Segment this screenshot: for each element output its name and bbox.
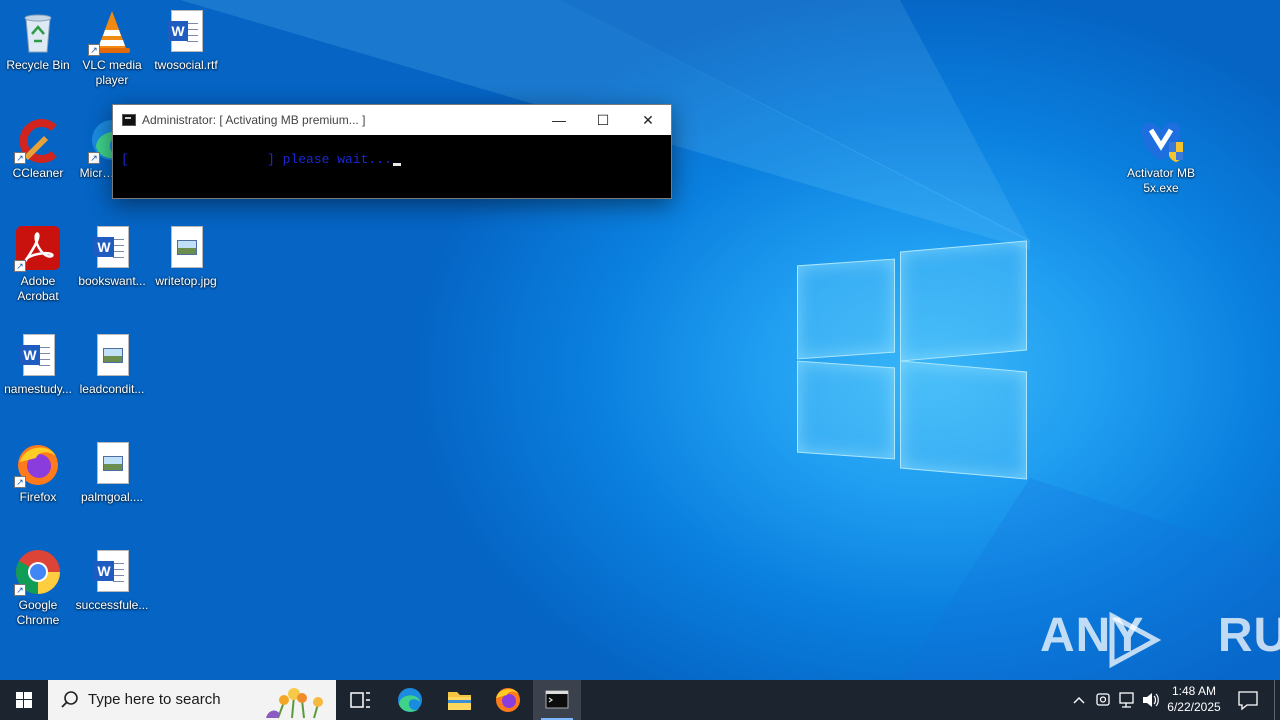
desktop-icon-label: writetop.jpg	[155, 274, 217, 288]
taskbar-firefox-button[interactable]	[484, 680, 532, 720]
search-placeholder: Type here to search	[88, 691, 221, 708]
desktop-icon-ccleaner[interactable]: ↗ CCleaner	[0, 116, 76, 181]
clock-date: 6/22/2025	[1167, 700, 1221, 714]
task-view-button[interactable]	[336, 680, 384, 720]
shortcut-arrow-icon: ↗	[14, 476, 26, 488]
windows-logo-pane-top-right	[900, 240, 1027, 362]
word-doc-icon: W	[14, 332, 62, 380]
acrobat-icon: ↗	[14, 224, 62, 272]
play-icon	[1109, 612, 1162, 668]
taskbar: Type here to search 1:48 AM 6/22/2025	[0, 680, 1280, 720]
console-icon	[122, 114, 136, 126]
desktop-icon-namestudy[interactable]: W namestudy...	[0, 332, 76, 397]
chrome-icon: ↗	[14, 548, 62, 596]
desktop-icon-palmgoal[interactable]: palmgoal....	[74, 440, 150, 505]
desktop-icon-label: namestudy...	[4, 382, 72, 396]
desktop-icon-label: leadcondit...	[79, 382, 145, 396]
taskbar-file-explorer-button[interactable]	[435, 680, 483, 720]
desktop-icon-label: bookswant...	[78, 274, 146, 288]
vlc-icon: ↗	[88, 8, 136, 56]
taskbar-search-box[interactable]: Type here to search	[48, 680, 336, 720]
shortcut-arrow-icon: ↗	[88, 152, 100, 164]
firefox-icon: ↗	[14, 440, 62, 488]
image-file-icon	[162, 224, 210, 272]
desktop-icon-twosocial[interactable]: W twosocial.rtf	[148, 8, 224, 73]
desktop-icon-label: Activator MB 5x.exe	[1126, 166, 1195, 195]
windows-start-icon	[16, 692, 32, 708]
minimize-button[interactable]: —	[536, 105, 582, 135]
chevron-up-icon	[1073, 697, 1085, 704]
action-center-button[interactable]	[1234, 680, 1262, 720]
task-view-icon	[350, 692, 370, 708]
image-file-icon	[88, 440, 136, 488]
tray-volume[interactable]	[1140, 680, 1162, 720]
windows-logo-pane-bottom-left	[797, 360, 895, 460]
desktop-icon-label: Recycle Bin	[6, 58, 70, 72]
desktop-icon-recycle-bin[interactable]: Recycle Bin	[0, 8, 76, 73]
ccleaner-icon: ↗	[14, 116, 62, 164]
speaker-icon	[1143, 693, 1159, 707]
desktop-icon-label: CCleaner	[12, 166, 64, 180]
desktop-icon-label: Google Chrome	[16, 598, 60, 627]
desktop: Recycle Bin ↗ CCleaner ↗ Adobe Acrobat W…	[0, 0, 1280, 680]
folder-icon	[448, 692, 471, 710]
console-cursor	[393, 163, 401, 166]
console-output-area[interactable]: [ ] please wait...	[113, 135, 671, 198]
console-titlebar[interactable]: Administrator: [ Activating MB premium..…	[113, 105, 671, 135]
console-status-text: ] please wait...	[267, 152, 392, 167]
desktop-icon-bookswant[interactable]: W bookswant...	[74, 224, 150, 289]
desktop-icon-firefox[interactable]: ↗ Firefox	[0, 440, 76, 505]
windows-logo-pane-top-left	[797, 258, 895, 360]
shortcut-arrow-icon: ↗	[88, 44, 100, 56]
desktop-icon-adobe-acrobat[interactable]: ↗ Adobe Acrobat	[0, 224, 76, 304]
wallpaper-beams	[180, 0, 1280, 680]
edge-icon	[398, 688, 422, 712]
tray-network[interactable]	[1116, 680, 1138, 720]
word-doc-icon: W	[88, 224, 136, 272]
clock-time: 1:48 AM	[1171, 684, 1217, 698]
maximize-button[interactable]: ☐	[580, 105, 626, 135]
progress-bracket-open: [	[121, 152, 129, 167]
shortcut-arrow-icon: ↗	[14, 260, 26, 272]
desktop-icon-label: VLC media player	[82, 58, 142, 87]
shortcut-arrow-icon: ↗	[14, 152, 26, 164]
desktop-icon-leadcondit[interactable]: leadcondit...	[74, 332, 150, 397]
desktop-icon-vlc[interactable]: ↗ VLC media player	[74, 8, 150, 88]
windows-logo-pane-bottom-right	[900, 360, 1027, 480]
notification-icon	[1238, 691, 1258, 711]
start-button[interactable]	[0, 680, 48, 720]
shortcut-arrow-icon: ↗	[14, 584, 26, 596]
search-highlight-flowers-icon	[258, 680, 336, 720]
tray-meet-now[interactable]	[1092, 680, 1114, 720]
search-icon	[61, 691, 78, 708]
desktop-icon-google-chrome[interactable]: ↗ Google Chrome	[0, 548, 76, 628]
console-title: Administrator: [ Activating MB premium..…	[142, 113, 366, 127]
desktop-icon-writetop[interactable]: writetop.jpg	[148, 224, 224, 289]
camera-icon	[1096, 693, 1110, 706]
desktop-icon-label: twosocial.rtf	[154, 58, 218, 72]
taskbar-console-button[interactable]	[533, 680, 581, 720]
desktop-icon-successfule[interactable]: W successfule...	[74, 548, 150, 613]
desktop-icon-label: successfule...	[75, 598, 149, 612]
word-doc-icon: W	[88, 548, 136, 596]
taskbar-clock[interactable]: 1:48 AM 6/22/2025	[1162, 683, 1226, 715]
console-icon	[545, 690, 569, 709]
close-button[interactable]: ✕	[625, 105, 671, 135]
console-window[interactable]: Administrator: [ Activating MB premium..…	[112, 104, 672, 199]
desktop-icon-label: palmgoal....	[80, 490, 144, 504]
word-doc-icon: W	[162, 8, 210, 56]
anyrun-watermark: ANY RUN	[1040, 608, 1280, 672]
firefox-icon	[496, 688, 520, 712]
desktop-icon-activator-mb[interactable]: Activator MB 5x.exe	[1123, 116, 1199, 196]
watermark-text-right: RUN	[1217, 609, 1280, 662]
show-desktop-button[interactable]	[1274, 680, 1280, 720]
desktop-icon-label: Adobe Acrobat	[17, 274, 59, 303]
desktop-icon-label: Firefox	[19, 490, 57, 504]
malwarebytes-icon	[1137, 116, 1185, 164]
show-hidden-icons-button[interactable]	[1068, 680, 1090, 720]
image-file-icon	[88, 332, 136, 380]
recycle-bin-icon	[14, 8, 62, 56]
taskbar-edge-button[interactable]	[386, 680, 434, 720]
network-icon	[1119, 692, 1134, 708]
